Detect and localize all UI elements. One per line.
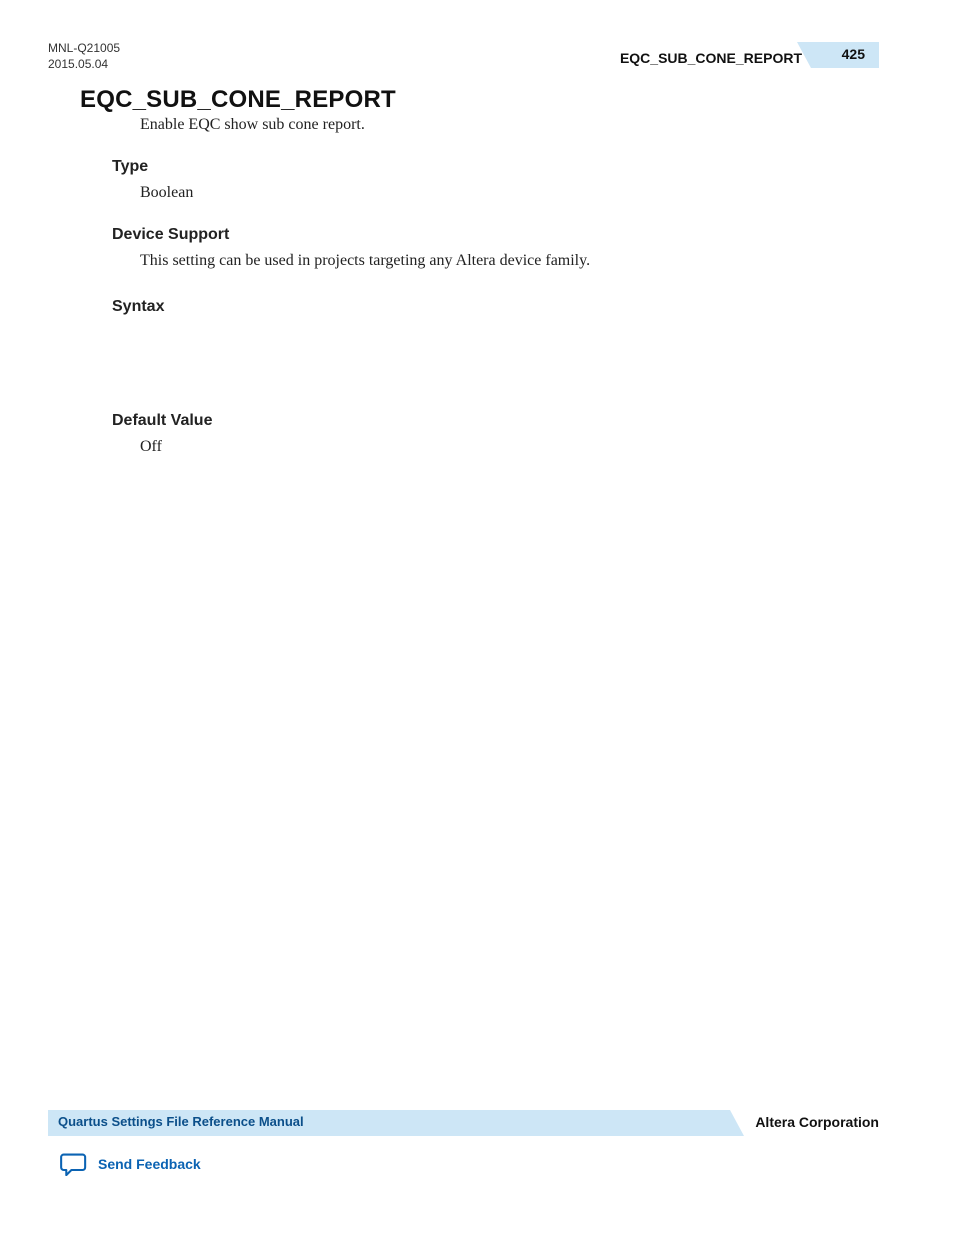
doc-id: MNL-Q21005: [48, 40, 120, 56]
section-heading-default-value: Default Value: [112, 412, 212, 430]
page: MNL-Q21005 2015.05.04 EQC_SUB_CONE_REPOR…: [0, 0, 954, 1235]
manual-title: Quartus Settings File Reference Manual: [58, 1114, 304, 1129]
speech-bubble-icon: [60, 1152, 88, 1176]
feedback: Send Feedback: [60, 1152, 201, 1176]
running-title: EQC_SUB_CONE_REPORT: [620, 50, 802, 66]
page-title: EQC_SUB_CONE_REPORT: [80, 86, 396, 114]
page-number: 425: [842, 46, 865, 62]
section-value-device-support: This setting can be used in projects tar…: [140, 252, 590, 270]
section-value-type: Boolean: [140, 184, 193, 202]
section-value-default-value: Off: [140, 438, 162, 456]
page-number-badge: 425: [811, 42, 879, 68]
corporation-name: Altera Corporation: [755, 1114, 879, 1130]
section-heading-device-support: Device Support: [112, 226, 229, 244]
page-description: Enable EQC show sub cone report.: [140, 116, 365, 134]
section-heading-syntax: Syntax: [112, 298, 164, 316]
doc-date: 2015.05.04: [48, 56, 120, 72]
section-heading-type: Type: [112, 158, 148, 176]
header-left: MNL-Q21005 2015.05.04: [48, 40, 120, 72]
send-feedback-link[interactable]: Send Feedback: [98, 1156, 201, 1172]
footer-ribbon: Quartus Settings File Reference Manual: [48, 1110, 730, 1136]
